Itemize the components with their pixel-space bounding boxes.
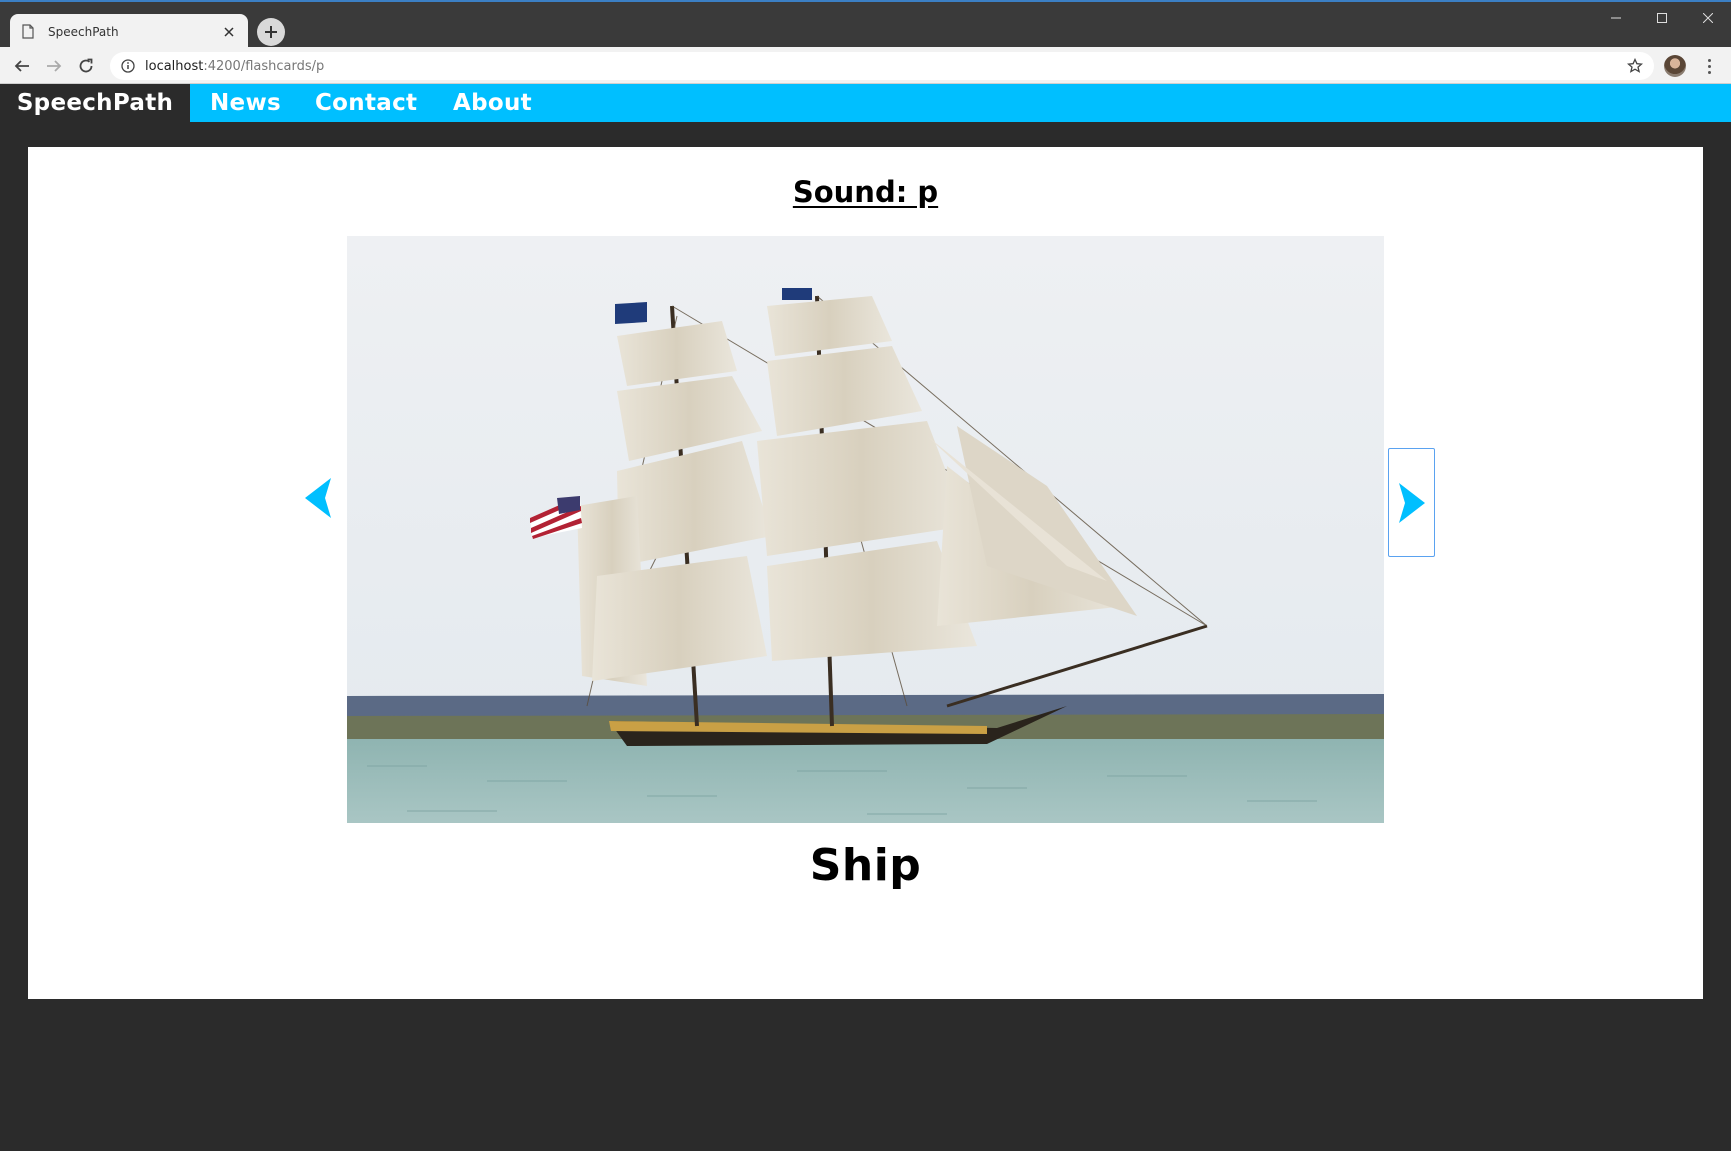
minimize-icon (1611, 17, 1621, 19)
page-icon (22, 24, 36, 40)
bookmark-star-icon[interactable] (1626, 57, 1644, 75)
tall-ship-illustration (347, 236, 1384, 823)
forward-button[interactable] (42, 54, 66, 78)
plus-icon (265, 26, 277, 38)
flashcard-panel: Sound: p Ship (28, 147, 1703, 999)
flashcard-image (347, 236, 1384, 823)
tab-title: SpeechPath (48, 24, 119, 39)
site-navbar: SpeechPath News Contact About (0, 84, 1731, 122)
window-controls (1593, 4, 1731, 32)
sound-heading: Sound: p (792, 175, 939, 209)
nav-link-about[interactable]: About (453, 90, 532, 116)
close-window-button[interactable] (1685, 4, 1731, 32)
new-tab-button[interactable] (257, 18, 285, 46)
reload-icon (79, 58, 93, 73)
nav-link-news[interactable]: News (210, 90, 281, 116)
brand-logo-text: SpeechPath (16, 90, 174, 116)
chevron-left-icon (305, 478, 331, 518)
info-icon[interactable] (120, 58, 136, 74)
flashcard-word: Ship (809, 840, 922, 891)
previous-card-button[interactable] (298, 475, 338, 521)
browser-toolbar: localhost:4200/flashcards/p (0, 47, 1731, 84)
browser-menu-icon[interactable] (1699, 55, 1719, 77)
url-host: localhost (145, 58, 204, 74)
address-bar[interactable]: localhost:4200/flashcards/p (110, 52, 1654, 80)
profile-avatar[interactable] (1664, 55, 1686, 77)
maximize-icon (1657, 13, 1667, 23)
nav-link-contact[interactable]: Contact (315, 90, 417, 116)
next-card-button[interactable] (1388, 448, 1435, 557)
url-text: localhost:4200/flashcards/p (145, 59, 324, 74)
back-button[interactable] (10, 54, 34, 78)
close-tab-icon[interactable] (220, 23, 238, 41)
url-path: :4200/flashcards/p (203, 58, 325, 74)
maximize-button[interactable] (1639, 4, 1685, 32)
minimize-button[interactable] (1593, 4, 1639, 32)
reload-button[interactable] (74, 54, 98, 78)
tab-strip: SpeechPath (0, 2, 1731, 49)
arrow-right-icon (47, 60, 62, 72)
chevron-right-icon (1398, 482, 1425, 523)
close-icon (1703, 13, 1713, 23)
arrow-left-icon (14, 60, 29, 72)
brand-home-link[interactable]: SpeechPath (0, 84, 190, 122)
browser-tab[interactable]: SpeechPath (10, 14, 248, 49)
